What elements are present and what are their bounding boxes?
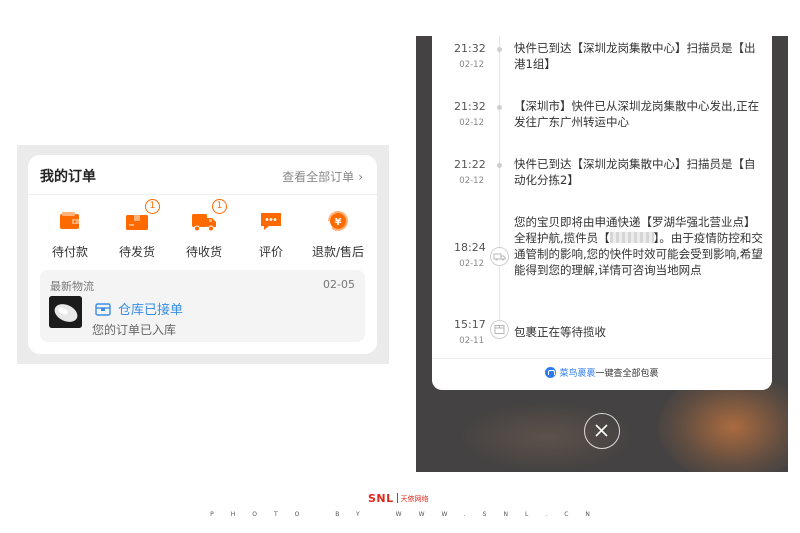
latest-logistics-subtext: 您的订单已入库 xyxy=(92,323,177,337)
timeline-line xyxy=(499,36,500,336)
refund-icon: ¥ xyxy=(325,209,351,233)
order-status-row: 待付款 1 待发货 1 待收货 评价 ¥ 退款/售后 xyxy=(28,199,377,265)
view-all-orders-label: 查看全部订单 xyxy=(282,170,355,184)
timeline-dot xyxy=(497,47,502,52)
timeline-text: 您的宝贝即将由申通快递【罗湖华强北营业点】全程护航,揽件员【 】。由于疫情防控和交… xyxy=(514,214,764,278)
timeline-dot xyxy=(497,163,502,168)
timeline-time: 15:17 xyxy=(454,318,486,331)
my-orders-title: 我的订单 xyxy=(40,169,96,185)
pending-shipment-label: 待发货 xyxy=(118,245,155,259)
timeline-time: 21:32 xyxy=(454,100,486,113)
logistics-overlay: 21:32 02-12 快件已到达【深圳龙岗集散中心】扫描员是【出港1组】 21… xyxy=(416,36,788,472)
comment-icon xyxy=(258,209,284,233)
close-icon xyxy=(595,424,608,437)
order-status-pending-receipt[interactable]: 1 待收货 xyxy=(169,199,239,260)
timeline-text: 快件已到达【深圳龙岗集散中心】扫描员是【出港1组】 xyxy=(514,41,756,71)
latest-logistics-label: 最新物流 xyxy=(50,280,94,293)
parcel-icon xyxy=(490,320,509,339)
order-status-review[interactable]: 评价 xyxy=(236,209,306,260)
truck-icon xyxy=(490,247,509,266)
close-button[interactable] xyxy=(584,413,620,449)
timeline-date: 02-12 xyxy=(459,118,484,128)
timeline-time: 18:24 xyxy=(454,241,486,254)
warehouse-icon xyxy=(95,301,111,316)
wallet-icon xyxy=(57,209,83,233)
pending-receipt-label: 待收货 xyxy=(185,245,222,259)
cainiao-logo-icon xyxy=(545,367,557,378)
timeline-text: 快件已到达【深圳龙岗集散中心】扫描员是【自动化分拣2】 xyxy=(514,157,756,187)
snl-logo-text: SNL xyxy=(368,492,394,505)
order-panel-backdrop: 我的订单 查看全部订单 › 待付款 1 待发货 1 待收货 评价 ¥ 退款/售后… xyxy=(17,145,389,364)
timeline-text: 【深圳市】快件已从深圳龙岗集散中心发出,正在发往广东广州转运中心 xyxy=(514,99,760,129)
timeline-time: 21:32 xyxy=(454,42,486,55)
pending-payment-label: 待付款 xyxy=(51,245,88,259)
photo-credit: PHOTO BY WWW.SNL.CN xyxy=(210,511,607,518)
delivery-truck-icon: 1 xyxy=(191,199,227,233)
svg-text:¥: ¥ xyxy=(335,217,342,228)
logistics-timeline-card: 21:32 02-12 快件已到达【深圳龙岗集散中心】扫描员是【出港1组】 21… xyxy=(432,36,772,390)
snl-logo-cn: 天侬网络 xyxy=(400,495,429,503)
latest-logistics-card[interactable]: 最新物流 02-05 仓库已接单 您的订单已入库 xyxy=(40,270,365,342)
cainiao-footer-text: 一键查全部包裹 xyxy=(595,369,659,379)
product-thumbnail xyxy=(49,296,82,328)
snl-watermark-logo: SNL 天侬网络 xyxy=(368,487,429,505)
order-status-pending-payment[interactable]: 待付款 xyxy=(35,209,105,260)
timeline-dot xyxy=(497,105,502,110)
redacted-name xyxy=(609,232,654,243)
order-status-refund[interactable]: ¥ 退款/售后 xyxy=(303,209,373,260)
timeline-time: 21:22 xyxy=(454,158,486,171)
pending-receipt-badge: 1 xyxy=(212,199,227,214)
timeline-date: 02-12 xyxy=(459,259,484,269)
chevron-right-icon: › xyxy=(358,170,363,184)
package-icon: 1 xyxy=(124,199,160,233)
latest-logistics-status: 仓库已接单 xyxy=(118,303,184,318)
timeline-text: 包裹正在等待揽收 xyxy=(514,325,606,339)
order-status-pending-shipment[interactable]: 1 待发货 xyxy=(102,199,172,260)
cainiao-footer-link[interactable]: 菜鸟裹裹一键查全部包裹 xyxy=(432,358,772,382)
my-orders-header: 我的订单 查看全部订单 › xyxy=(28,155,377,195)
pending-shipment-badge: 1 xyxy=(145,199,160,214)
latest-logistics-date: 02-05 xyxy=(323,278,355,291)
cainiao-brand: 菜鸟裹裹 xyxy=(559,369,596,379)
view-all-orders-link[interactable]: 查看全部订单 › xyxy=(282,168,363,185)
screenshot-stage: 我的订单 查看全部订单 › 待付款 1 待发货 1 待收货 评价 ¥ 退款/售后… xyxy=(0,0,800,533)
my-orders-card: 我的订单 查看全部订单 › 待付款 1 待发货 1 待收货 评价 ¥ 退款/售后… xyxy=(28,155,377,354)
review-label: 评价 xyxy=(258,245,283,259)
refund-label: 退款/售后 xyxy=(311,245,365,259)
timeline-date: 02-12 xyxy=(459,60,484,70)
logo-separator xyxy=(396,493,398,503)
timeline-date: 02-11 xyxy=(459,336,484,346)
timeline-date: 02-12 xyxy=(459,176,484,186)
